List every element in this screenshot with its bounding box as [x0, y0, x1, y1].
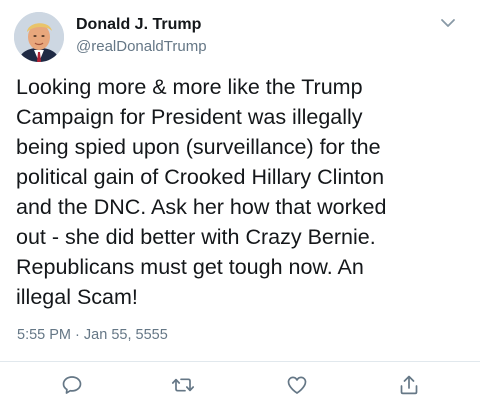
- tweet-timestamp[interactable]: 5:55 PM · Jan 55, 5555: [17, 325, 168, 345]
- tweet-text-line: being spied upon (surveillance) for the: [16, 135, 381, 159]
- divider: [0, 361, 480, 362]
- avatar[interactable]: [14, 12, 64, 62]
- timestamp-separator: ·: [75, 327, 80, 343]
- retweet-icon: [171, 378, 195, 392]
- tweet-card: Donald J. Trump @realDonaldTrump Looking…: [0, 0, 480, 410]
- heart-icon: [287, 376, 307, 394]
- profile-photo-icon: [14, 12, 64, 62]
- reply-icon: [62, 376, 82, 394]
- tweet-text: Looking more & more like the Trump Campa…: [16, 72, 466, 312]
- share-button[interactable]: [396, 372, 422, 398]
- tweet-date: Jan 55, 5555: [83, 327, 168, 343]
- like-button[interactable]: [284, 372, 310, 398]
- tweet-text-line: Republicans must get tough now. An: [16, 255, 364, 279]
- tweet-text-line: illegal Scam!: [16, 285, 138, 309]
- retweet-button[interactable]: [170, 372, 196, 398]
- tweet-time: 5:55 PM: [17, 327, 71, 343]
- tweet-text-line: Looking more & more like the Trump: [16, 75, 363, 99]
- tweet-text-line: political gain of Crooked Hillary Clinto…: [16, 165, 385, 189]
- author-handle[interactable]: @realDonaldTrump: [76, 37, 207, 57]
- tweet-text-line: Campaign for President was illegally: [16, 105, 363, 129]
- tweet-text-line: out - she did better with Crazy Bernie.: [16, 225, 376, 249]
- chevron-down-icon[interactable]: [437, 12, 459, 34]
- tweet-text-line: and the DNC. Ask her how that worked: [16, 195, 387, 219]
- share-icon: [400, 375, 418, 395]
- author-display-name[interactable]: Donald J. Trump: [76, 15, 201, 35]
- reply-button[interactable]: [59, 372, 85, 398]
